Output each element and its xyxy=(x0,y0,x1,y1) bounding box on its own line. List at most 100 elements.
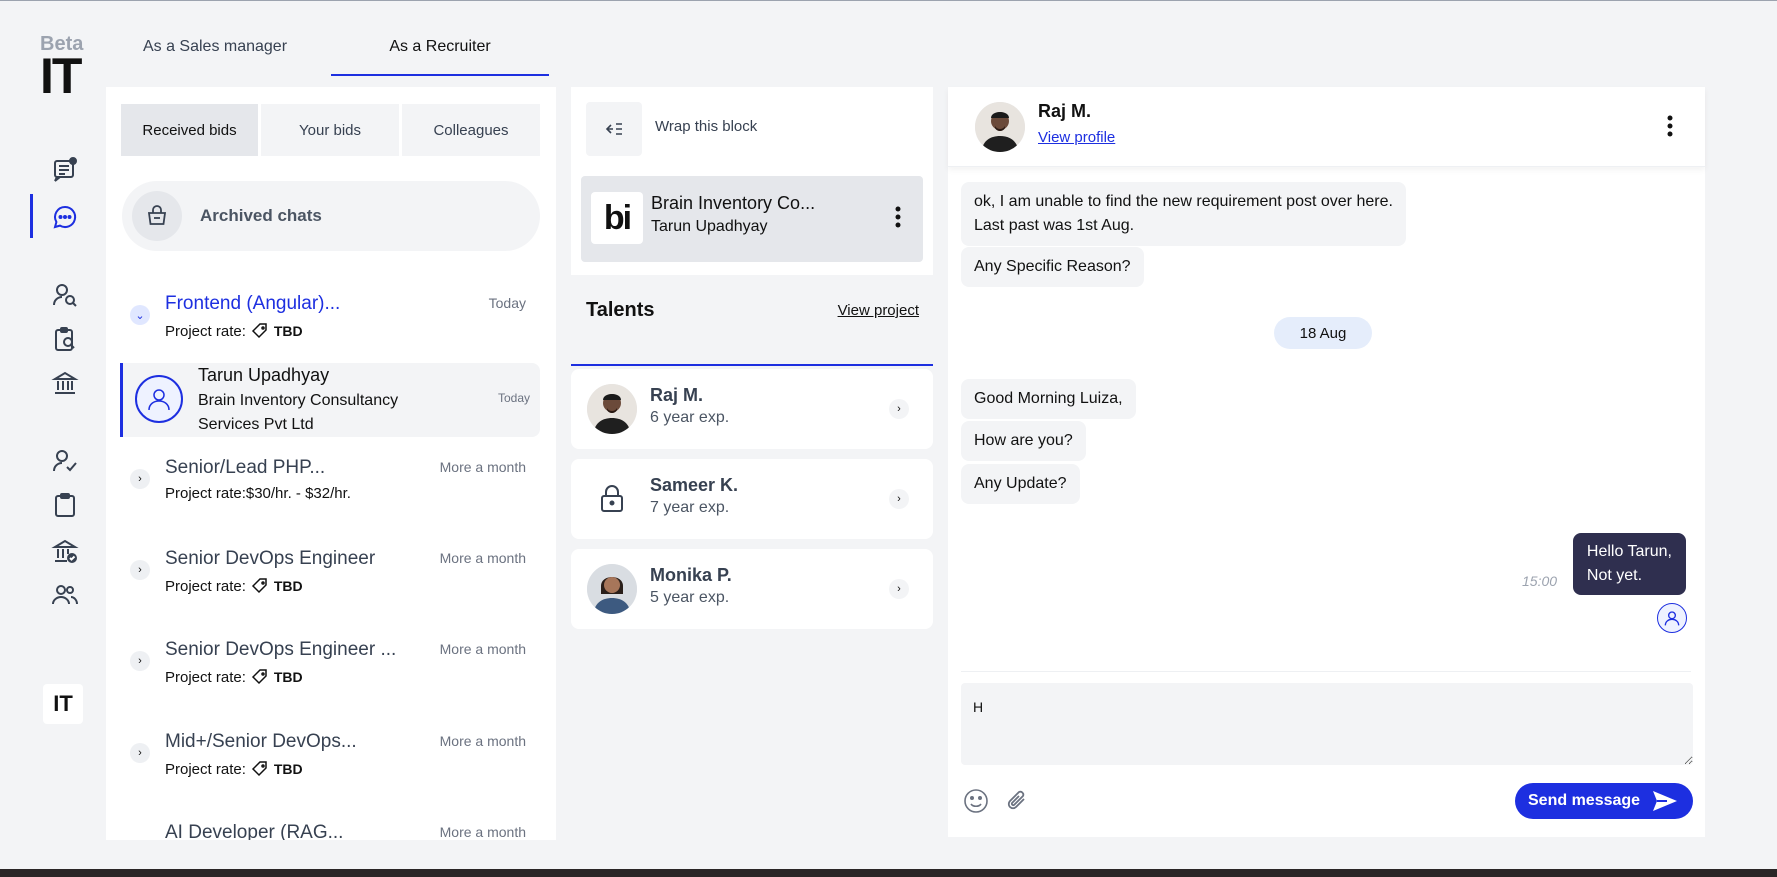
project-rate: Project rate: TBD xyxy=(165,321,303,341)
message-text: Last past was 1st Aug. xyxy=(974,217,1135,234)
avatar xyxy=(587,384,637,434)
price-tag-icon xyxy=(251,761,267,777)
company-contact: Tarun Upadhyay xyxy=(651,218,768,235)
composer-divider xyxy=(961,671,1691,672)
avatar xyxy=(587,564,637,614)
project-rate: Project rate: TBD xyxy=(165,759,303,779)
talent-card[interactable]: Sameer K. 7 year exp. › xyxy=(571,459,933,539)
archive-basket-icon xyxy=(132,191,182,241)
project-item[interactable]: › Senior/Lead PHP... More a month Projec… xyxy=(120,457,540,517)
chat-panel: Raj M. View profile ok, I am unable to f… xyxy=(948,87,1705,837)
posts-icon[interactable] xyxy=(50,155,80,185)
lock-icon xyxy=(587,474,637,524)
taskbar-strip xyxy=(0,869,1777,877)
project-item[interactable]: › Mid+/Senior DevOps... More a month Pro… xyxy=(120,731,540,791)
talents-header: Talents View project xyxy=(571,275,933,355)
people-icon[interactable] xyxy=(50,580,80,610)
paperclip-icon[interactable] xyxy=(1004,787,1032,815)
clipboard-icon[interactable] xyxy=(50,490,80,520)
date-separator: 18 Aug xyxy=(1274,317,1372,349)
avatar xyxy=(975,102,1025,152)
project-item[interactable]: › Senior DevOps Engineer More a month Pr… xyxy=(120,548,540,608)
message-text: Not yet. xyxy=(1586,567,1643,584)
talent-name: Sameer K. xyxy=(650,475,739,495)
archived-chats-button[interactable]: Archived chats xyxy=(122,181,540,251)
chat-header: Raj M. View profile xyxy=(948,87,1705,167)
clipboard-search-icon[interactable] xyxy=(50,324,80,354)
rate-label: Project rate: xyxy=(165,577,246,595)
project-time: More a month xyxy=(439,459,526,475)
bank-check-icon[interactable] xyxy=(50,536,80,566)
project-title: AI Developer (RAG... xyxy=(165,822,344,840)
rate-label: Project rate:$30/hr. - $32/hr. xyxy=(165,485,351,502)
conversation-item-active[interactable]: Tarun Upadhyay Brain Inventory Consultan… xyxy=(120,363,540,437)
segment-received-bids[interactable]: Received bids xyxy=(121,104,258,156)
rate-label: Project rate: xyxy=(165,322,246,340)
chevron-right-icon[interactable]: › xyxy=(130,743,150,763)
project-time: More a month xyxy=(439,733,526,749)
segment-colleagues[interactable]: Colleagues xyxy=(402,104,540,156)
logo-mark: IT xyxy=(40,48,82,104)
person-check-icon[interactable] xyxy=(50,446,80,476)
rate-value: TBD xyxy=(273,578,303,594)
project-time: More a month xyxy=(439,550,526,566)
chevron-right-icon[interactable]: › xyxy=(889,399,909,419)
tab-recruiter[interactable]: As a Recruiter xyxy=(331,28,549,76)
view-profile-link[interactable]: View profile xyxy=(1038,129,1115,146)
project-title: Senior/Lead PHP... xyxy=(165,457,326,478)
project-title: Senior DevOps Engineer xyxy=(165,548,376,569)
talent-card[interactable]: Raj M. 6 year exp. › xyxy=(571,369,933,449)
emoji-icon[interactable] xyxy=(962,787,990,815)
project-item[interactable]: › Senior DevOps Engineer ... More a mont… xyxy=(120,639,540,699)
bottom-logo[interactable]: IT xyxy=(43,684,83,724)
company-card[interactable]: bi Brain Inventory Co... Tarun Upadhyay xyxy=(581,176,923,262)
talent-card[interactable]: Monika P. 5 year exp. › xyxy=(571,549,933,629)
message-text: ok, I am unable to find the new requirem… xyxy=(974,193,1393,210)
search-person-icon[interactable] xyxy=(50,280,80,310)
nav-active-indicator xyxy=(30,194,33,238)
project-time: Today xyxy=(488,295,526,311)
message-text: Hello Tarun, xyxy=(1586,543,1672,560)
incoming-message: How are you? xyxy=(961,421,1086,461)
wrap-block-label[interactable]: Wrap this block xyxy=(655,118,757,135)
more-vertical-icon[interactable] xyxy=(895,206,901,233)
message-input[interactable] xyxy=(961,683,1693,765)
bank-icon[interactable] xyxy=(50,368,80,398)
talents-title: Talents xyxy=(586,299,655,321)
chat-icon[interactable] xyxy=(50,202,80,232)
company-block: Wrap this block bi Brain Inventory Co...… xyxy=(571,87,933,275)
project-time: More a month xyxy=(439,641,526,657)
rate-label: Project rate: xyxy=(165,760,246,778)
incoming-message: Any Update? xyxy=(961,464,1080,504)
chevron-right-icon[interactable]: › xyxy=(130,651,150,671)
price-tag-icon xyxy=(251,323,267,339)
conversation-company: Brain Inventory Consultancy Services Pvt… xyxy=(198,392,399,433)
price-tag-icon xyxy=(251,578,267,594)
project-item[interactable]: AI Developer (RAG... More a month xyxy=(120,822,540,840)
chevron-right-icon[interactable]: › xyxy=(130,469,150,489)
more-vertical-icon[interactable] xyxy=(1667,115,1673,142)
user-avatar-placeholder-icon xyxy=(1657,603,1687,633)
collapse-arrow-icon[interactable] xyxy=(586,102,642,156)
rate-value: TBD xyxy=(273,669,303,685)
project-time: More a month xyxy=(439,824,526,840)
segment-your-bids[interactable]: Your bids xyxy=(261,104,399,156)
app-logo[interactable]: Beta IT xyxy=(40,34,90,104)
project-rate: Project rate: TBD xyxy=(165,576,303,596)
project-rate: Project rate:$30/hr. - $32/hr. xyxy=(165,485,351,502)
project-item[interactable]: ⌄ Frontend (Angular)... Today Project ra… xyxy=(120,293,540,343)
chevron-down-icon[interactable]: ⌄ xyxy=(130,305,150,325)
archived-chats-label: Archived chats xyxy=(200,206,322,225)
chevron-right-icon[interactable]: › xyxy=(130,560,150,580)
send-message-button[interactable]: Send message xyxy=(1515,783,1693,819)
view-project-link[interactable]: View project xyxy=(838,302,919,319)
conversation-time: Today xyxy=(497,391,530,405)
tab-sales-manager[interactable]: As a Sales manager xyxy=(106,28,324,76)
window-top-border xyxy=(0,0,1777,1)
talent-name: Raj M. xyxy=(650,385,704,405)
chevron-right-icon[interactable]: › xyxy=(889,489,909,509)
company-logo: bi xyxy=(591,192,643,244)
incoming-message: Good Morning Luiza, xyxy=(961,379,1136,419)
project-title: Senior DevOps Engineer ... xyxy=(165,639,397,660)
chevron-right-icon[interactable]: › xyxy=(889,579,909,599)
